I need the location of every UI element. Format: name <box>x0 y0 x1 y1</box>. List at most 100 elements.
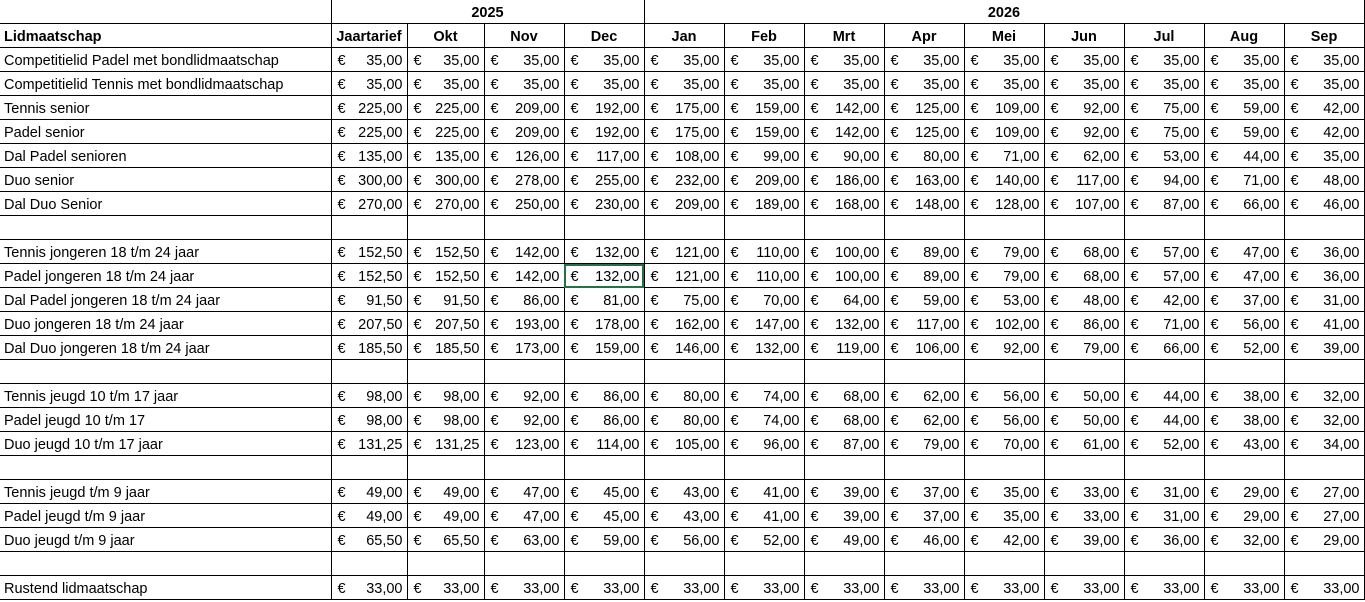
price-cell[interactable]: €57,00 <box>1124 239 1205 264</box>
price-cell[interactable]: €37,00 <box>884 503 965 528</box>
price-cell[interactable]: €106,00 <box>884 335 965 360</box>
price-cell[interactable]: €47,00 <box>484 479 565 504</box>
price-cell[interactable]: €33,00 <box>331 575 408 600</box>
price-cell[interactable]: €121,00 <box>644 239 725 264</box>
price-cell[interactable]: €52,00 <box>1204 335 1285 360</box>
price-cell[interactable]: €35,00 <box>564 71 645 96</box>
empty-cell[interactable] <box>964 551 1045 576</box>
price-cell[interactable]: €81,00 <box>564 287 645 312</box>
price-cell[interactable]: €27,00 <box>1284 479 1365 504</box>
empty-cell[interactable] <box>407 455 485 480</box>
empty-cell[interactable] <box>484 551 565 576</box>
price-cell[interactable]: €98,00 <box>407 383 485 408</box>
price-cell[interactable]: €99,00 <box>724 143 805 168</box>
price-cell[interactable]: €125,00 <box>884 95 965 120</box>
price-cell[interactable]: €62,00 <box>884 407 965 432</box>
row-label[interactable]: Tennis jeugd 10 t/m 17 jaar <box>0 383 332 408</box>
price-cell[interactable]: €175,00 <box>644 119 725 144</box>
row-label[interactable]: Dal Padel senioren <box>0 143 332 168</box>
price-cell[interactable]: €35,00 <box>1284 71 1365 96</box>
price-cell[interactable]: €96,00 <box>724 431 805 456</box>
price-cell[interactable]: €33,00 <box>1044 503 1125 528</box>
price-cell[interactable]: €152,50 <box>331 263 408 288</box>
empty-cell[interactable] <box>484 455 565 480</box>
price-cell[interactable]: €98,00 <box>331 407 408 432</box>
price-cell[interactable]: €47,00 <box>484 503 565 528</box>
price-cell[interactable]: €39,00 <box>804 479 885 504</box>
price-cell[interactable]: €75,00 <box>1124 95 1205 120</box>
empty-cell[interactable] <box>964 215 1045 240</box>
price-cell[interactable]: €140,00 <box>964 167 1045 192</box>
empty-cell[interactable] <box>724 215 805 240</box>
price-cell[interactable]: €117,00 <box>884 311 965 336</box>
price-cell[interactable]: €142,00 <box>804 95 885 120</box>
price-cell[interactable]: €35,00 <box>1204 47 1285 72</box>
price-cell[interactable]: €86,00 <box>484 287 565 312</box>
price-cell[interactable]: €68,00 <box>804 407 885 432</box>
price-cell[interactable]: €230,00 <box>564 191 645 216</box>
price-cell[interactable]: €159,00 <box>564 335 645 360</box>
price-cell[interactable]: €270,00 <box>407 191 485 216</box>
price-cell[interactable]: €173,00 <box>484 335 565 360</box>
price-cell[interactable]: €209,00 <box>644 191 725 216</box>
price-cell[interactable]: €89,00 <box>884 239 965 264</box>
price-cell[interactable]: €148,00 <box>884 191 965 216</box>
price-cell[interactable]: €29,00 <box>1204 479 1285 504</box>
empty-cell[interactable] <box>0 359 332 384</box>
price-cell[interactable]: €43,00 <box>644 479 725 504</box>
empty-cell[interactable] <box>1204 551 1285 576</box>
empty-cell[interactable] <box>1204 455 1285 480</box>
empty-cell[interactable] <box>1204 215 1285 240</box>
price-cell[interactable]: €33,00 <box>1204 575 1285 600</box>
empty-cell[interactable] <box>804 215 885 240</box>
price-cell[interactable]: €35,00 <box>964 479 1045 504</box>
price-cell[interactable]: €31,00 <box>1124 479 1205 504</box>
price-cell[interactable]: €48,00 <box>1284 167 1365 192</box>
price-cell[interactable]: €33,00 <box>1044 479 1125 504</box>
empty-cell[interactable] <box>331 215 408 240</box>
price-cell[interactable]: €207,50 <box>331 311 408 336</box>
price-cell[interactable]: €33,00 <box>804 575 885 600</box>
price-cell[interactable]: €49,00 <box>804 527 885 552</box>
row-label[interactable]: Dal Duo Senior <box>0 191 332 216</box>
price-cell[interactable]: €178,00 <box>564 311 645 336</box>
empty-cell[interactable] <box>884 359 965 384</box>
header-mrt[interactable]: Mrt <box>804 23 885 48</box>
empty-cell[interactable] <box>1044 455 1125 480</box>
price-cell[interactable]: €35,00 <box>724 71 805 96</box>
price-cell[interactable]: €35,00 <box>1124 47 1205 72</box>
empty-cell[interactable] <box>644 215 725 240</box>
row-label[interactable]: Duo jeugd 10 t/m 17 jaar <box>0 431 332 456</box>
price-cell[interactable]: €35,00 <box>484 71 565 96</box>
empty-cell[interactable] <box>724 551 805 576</box>
price-cell[interactable]: €300,00 <box>331 167 408 192</box>
header-sep[interactable]: Sep <box>1284 23 1365 48</box>
empty-cell[interactable] <box>804 455 885 480</box>
row-label[interactable]: Duo senior <box>0 167 332 192</box>
price-cell[interactable]: €79,00 <box>884 431 965 456</box>
price-cell[interactable]: €91,50 <box>407 287 485 312</box>
price-cell[interactable]: €135,00 <box>331 143 408 168</box>
empty-cell[interactable] <box>644 551 725 576</box>
price-cell[interactable]: €131,25 <box>407 431 485 456</box>
empty-cell[interactable] <box>964 359 1045 384</box>
price-cell[interactable]: €108,00 <box>644 143 725 168</box>
price-cell[interactable]: €92,00 <box>484 383 565 408</box>
price-cell[interactable]: €29,00 <box>1284 527 1365 552</box>
price-cell[interactable]: €43,00 <box>644 503 725 528</box>
empty-cell[interactable] <box>884 215 965 240</box>
price-cell[interactable]: €110,00 <box>724 239 805 264</box>
price-cell[interactable]: €33,00 <box>644 575 725 600</box>
price-cell[interactable]: €75,00 <box>1124 119 1205 144</box>
row-label[interactable]: Competitielid Tennis met bondlidmaatscha… <box>0 71 332 96</box>
row-label[interactable]: Duo jeugd t/m 9 jaar <box>0 527 332 552</box>
price-cell[interactable]: €102,00 <box>964 311 1045 336</box>
price-cell[interactable]: €109,00 <box>964 95 1045 120</box>
price-cell[interactable]: €35,00 <box>331 47 408 72</box>
empty-cell[interactable] <box>407 359 485 384</box>
price-cell[interactable]: €92,00 <box>1044 119 1125 144</box>
header-mei[interactable]: Mei <box>964 23 1045 48</box>
price-cell[interactable]: €225,00 <box>331 95 408 120</box>
price-cell[interactable]: €47,00 <box>1204 239 1285 264</box>
row-label[interactable]: Dal Padel jongeren 18 t/m 24 jaar <box>0 287 332 312</box>
